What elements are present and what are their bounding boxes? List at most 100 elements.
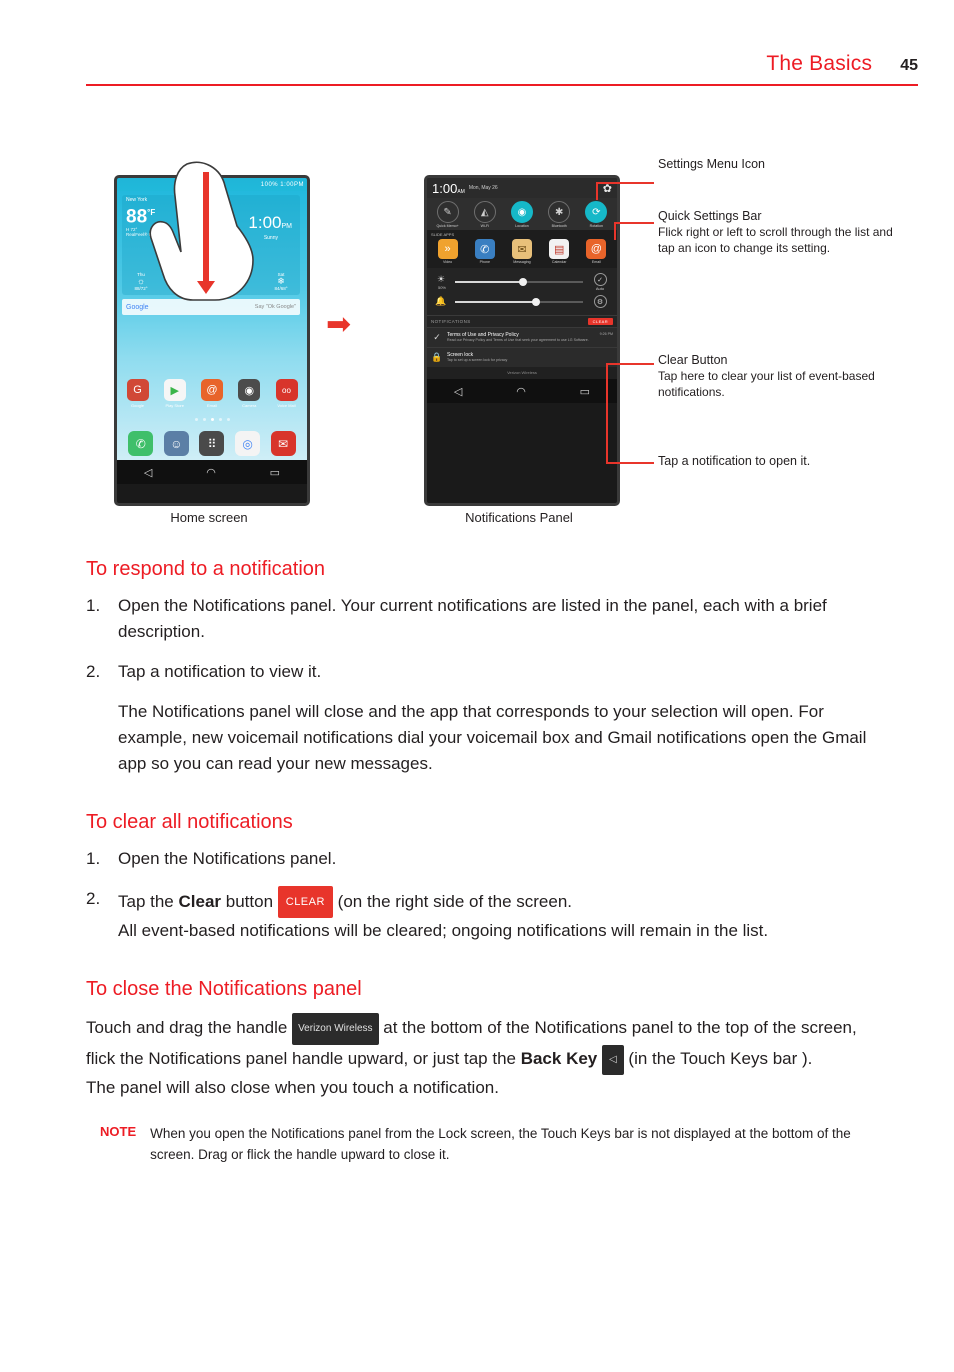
step-number: 2. [86, 889, 101, 908]
home-key-icon[interactable]: ◠ [206, 466, 216, 479]
back-key-icon[interactable]: ◁ [144, 466, 152, 479]
volume-icon: 🔔 [435, 296, 447, 307]
callout-title: Clear Button [658, 353, 728, 367]
widget-city: New York [126, 197, 148, 203]
home-app[interactable]: G Google [122, 379, 153, 408]
home-app[interactable]: ▶ Play Store [159, 379, 190, 408]
step-text-c: (on the right side of the screen. [332, 892, 573, 911]
google-search-bar[interactable]: Google Say "Ok Google" [122, 299, 300, 315]
notification-item[interactable]: ✓ Terms of Use and Privacy Policy Read o… [427, 327, 617, 348]
recent-key-icon[interactable]: ▭ [580, 385, 590, 398]
note-label: NOTE [100, 1124, 137, 1139]
widget-forecast: Thu ☼ 88/72° Fri ☁ 86/70° Sat ❄ 84/68° [126, 271, 296, 292]
step-item: 2. Tap the Clear button CLEAR (on the ri… [86, 886, 886, 944]
slide-app-phone[interactable]: ✆ Phone [470, 239, 500, 264]
paragraph-close-panel: Touch and drag the handle Verizon Wirele… [86, 1013, 886, 1101]
camera-icon: ◉ [238, 379, 261, 401]
volume-track[interactable] [455, 297, 583, 306]
callout-tap-notification: Tap a notification to open it. [658, 453, 928, 469]
forecast-temp: 86/70° [204, 286, 218, 291]
page-dot[interactable] [194, 418, 198, 421]
page-header: The Basics 45 [86, 52, 918, 76]
volume-slider-row[interactable]: 🔔 ⚙ [433, 295, 611, 309]
phone-icon[interactable]: ✆ [128, 431, 154, 456]
check-icon: ✓ [433, 332, 441, 343]
back-key-icon[interactable]: ◁ [454, 385, 462, 398]
slide-app-messaging[interactable]: ✉ Messaging [507, 239, 537, 264]
slide-apps-row: » Video ✆ Phone ✉ Messaging ▤ Calendar @ Emai… [427, 237, 617, 269]
apps-icon[interactable]: ⠿ [199, 431, 225, 456]
quick-settings-bar[interactable]: ✎ Quick Memo+ ◭ Wi-Fi ◉ Location ✱ Bluetooth… [427, 198, 617, 231]
weather-widget[interactable]: New York 88°F H 72° RealFeel® 92° 1:00PM… [122, 195, 300, 295]
panel-handle[interactable]: Verizon Wireless [427, 367, 617, 380]
home-app[interactable]: @ Email [197, 379, 228, 408]
quick-setting-label: Quick Memo+ [436, 224, 459, 228]
panel-time: 1:00AM [432, 181, 465, 196]
cloud-icon: ☁ [206, 276, 216, 286]
slide-app-label: Video [443, 260, 453, 265]
page-dot[interactable] [218, 418, 222, 421]
panel-handle-chip[interactable]: Verizon Wireless [292, 1013, 379, 1045]
sun-icon: ☼ [136, 276, 146, 286]
step-text-b: button [221, 892, 278, 911]
step-text: Open the Notifications panel. [118, 849, 337, 868]
calendar-icon: ▤ [549, 239, 570, 260]
notifications-label: NOTIFICATIONS [431, 319, 471, 325]
home-app[interactable]: oo Voice Mail [271, 379, 302, 408]
slide-app-label: Calendar [551, 260, 567, 265]
quick-setting-quickmemo[interactable]: ✎ Quick Memo+ [432, 201, 464, 228]
widget-clock-ampm: PM [281, 223, 293, 230]
voicemail-icon: oo [275, 379, 298, 401]
forecast-temp: 84/68° [274, 286, 288, 291]
panel-time-ampm: AM [457, 188, 465, 195]
callout-title: Tap a notification to open it. [658, 454, 811, 468]
home-screen-body: New York 88°F H 72° RealFeel® 92° 1:00PM… [117, 191, 307, 460]
notification-body: Terms of Use and Privacy Policy Read our… [447, 332, 596, 343]
close-text-c: (in the Touch Keys bar ). [623, 1049, 813, 1068]
email-icon: @ [586, 239, 607, 260]
recent-key-icon[interactable]: ▭ [270, 466, 280, 479]
page-indicator [117, 418, 307, 421]
browser-icon[interactable]: ◎ [235, 431, 261, 456]
notification-time: 9:26 PM [599, 332, 613, 337]
clear-button[interactable]: CLEAR [587, 318, 613, 326]
quick-setting-rotation[interactable]: ⟳ Rotation [580, 201, 612, 228]
note-block: NOTE When you open the Notifications pan… [86, 1123, 886, 1165]
forecast-item: Sat ❄ 84/68° [266, 271, 296, 292]
step-item: 2. Tap a notification to view it. [86, 659, 886, 685]
notification-body: Screen lock Tap to set up a screen lock … [447, 352, 613, 363]
step-number: 1. [86, 596, 101, 615]
leader-line [596, 182, 654, 184]
home-key-icon[interactable]: ◠ [516, 385, 526, 398]
volume-settings-button[interactable]: ⚙ [589, 295, 611, 309]
page-dot[interactable] [226, 418, 230, 421]
quick-setting-wifi[interactable]: ◭ Wi-Fi [469, 201, 501, 228]
caption-notifications-panel: Notifications Panel [465, 510, 573, 525]
home-app[interactable]: ◉ Camera [234, 379, 265, 408]
messaging-icon[interactable]: ✉ [270, 431, 296, 456]
rotation-icon: ⟳ [585, 201, 608, 223]
header-divider [86, 84, 918, 86]
quick-setting-bluetooth[interactable]: ✱ Bluetooth [543, 201, 575, 228]
brightness-slider-row[interactable]: ☀ 50% ✓ Auto [433, 273, 611, 291]
status-bar: 100% 1:00PM [117, 178, 307, 191]
page-dot-active[interactable] [210, 418, 214, 421]
slide-app-video[interactable]: » Video [433, 239, 463, 264]
clear-button-chip[interactable]: CLEAR [277, 886, 333, 918]
notification-item[interactable]: 🔒 Screen lock Tap to set up a screen loc… [427, 347, 617, 368]
panel-clock-bar: 1:00AM Mon, May 26 ✿ [427, 178, 617, 198]
widget-temp-unit: °F [147, 208, 156, 217]
page-dot[interactable] [202, 418, 206, 421]
brightness-track[interactable] [455, 278, 583, 287]
callout-desc: Flick right or left to scroll through th… [658, 225, 893, 255]
quick-setting-location[interactable]: ◉ Location [506, 201, 538, 228]
slide-app-calendar[interactable]: ▤ Calendar [544, 239, 574, 264]
brightness-auto-toggle[interactable]: ✓ Auto [589, 273, 611, 291]
notification-desc: Read our Privacy Policy and Terms of Use… [447, 338, 589, 343]
slide-app-email[interactable]: @ Email [581, 239, 611, 264]
callout-desc: Tap here to clear your list of event-bas… [658, 369, 875, 399]
contacts-icon[interactable]: ☺ [163, 431, 189, 456]
back-key-icon[interactable]: ◁ [602, 1045, 624, 1075]
caption-home-screen: Home screen [170, 510, 248, 525]
page: The Basics 45 100% 1:00PM New York 88°F … [0, 0, 954, 1372]
